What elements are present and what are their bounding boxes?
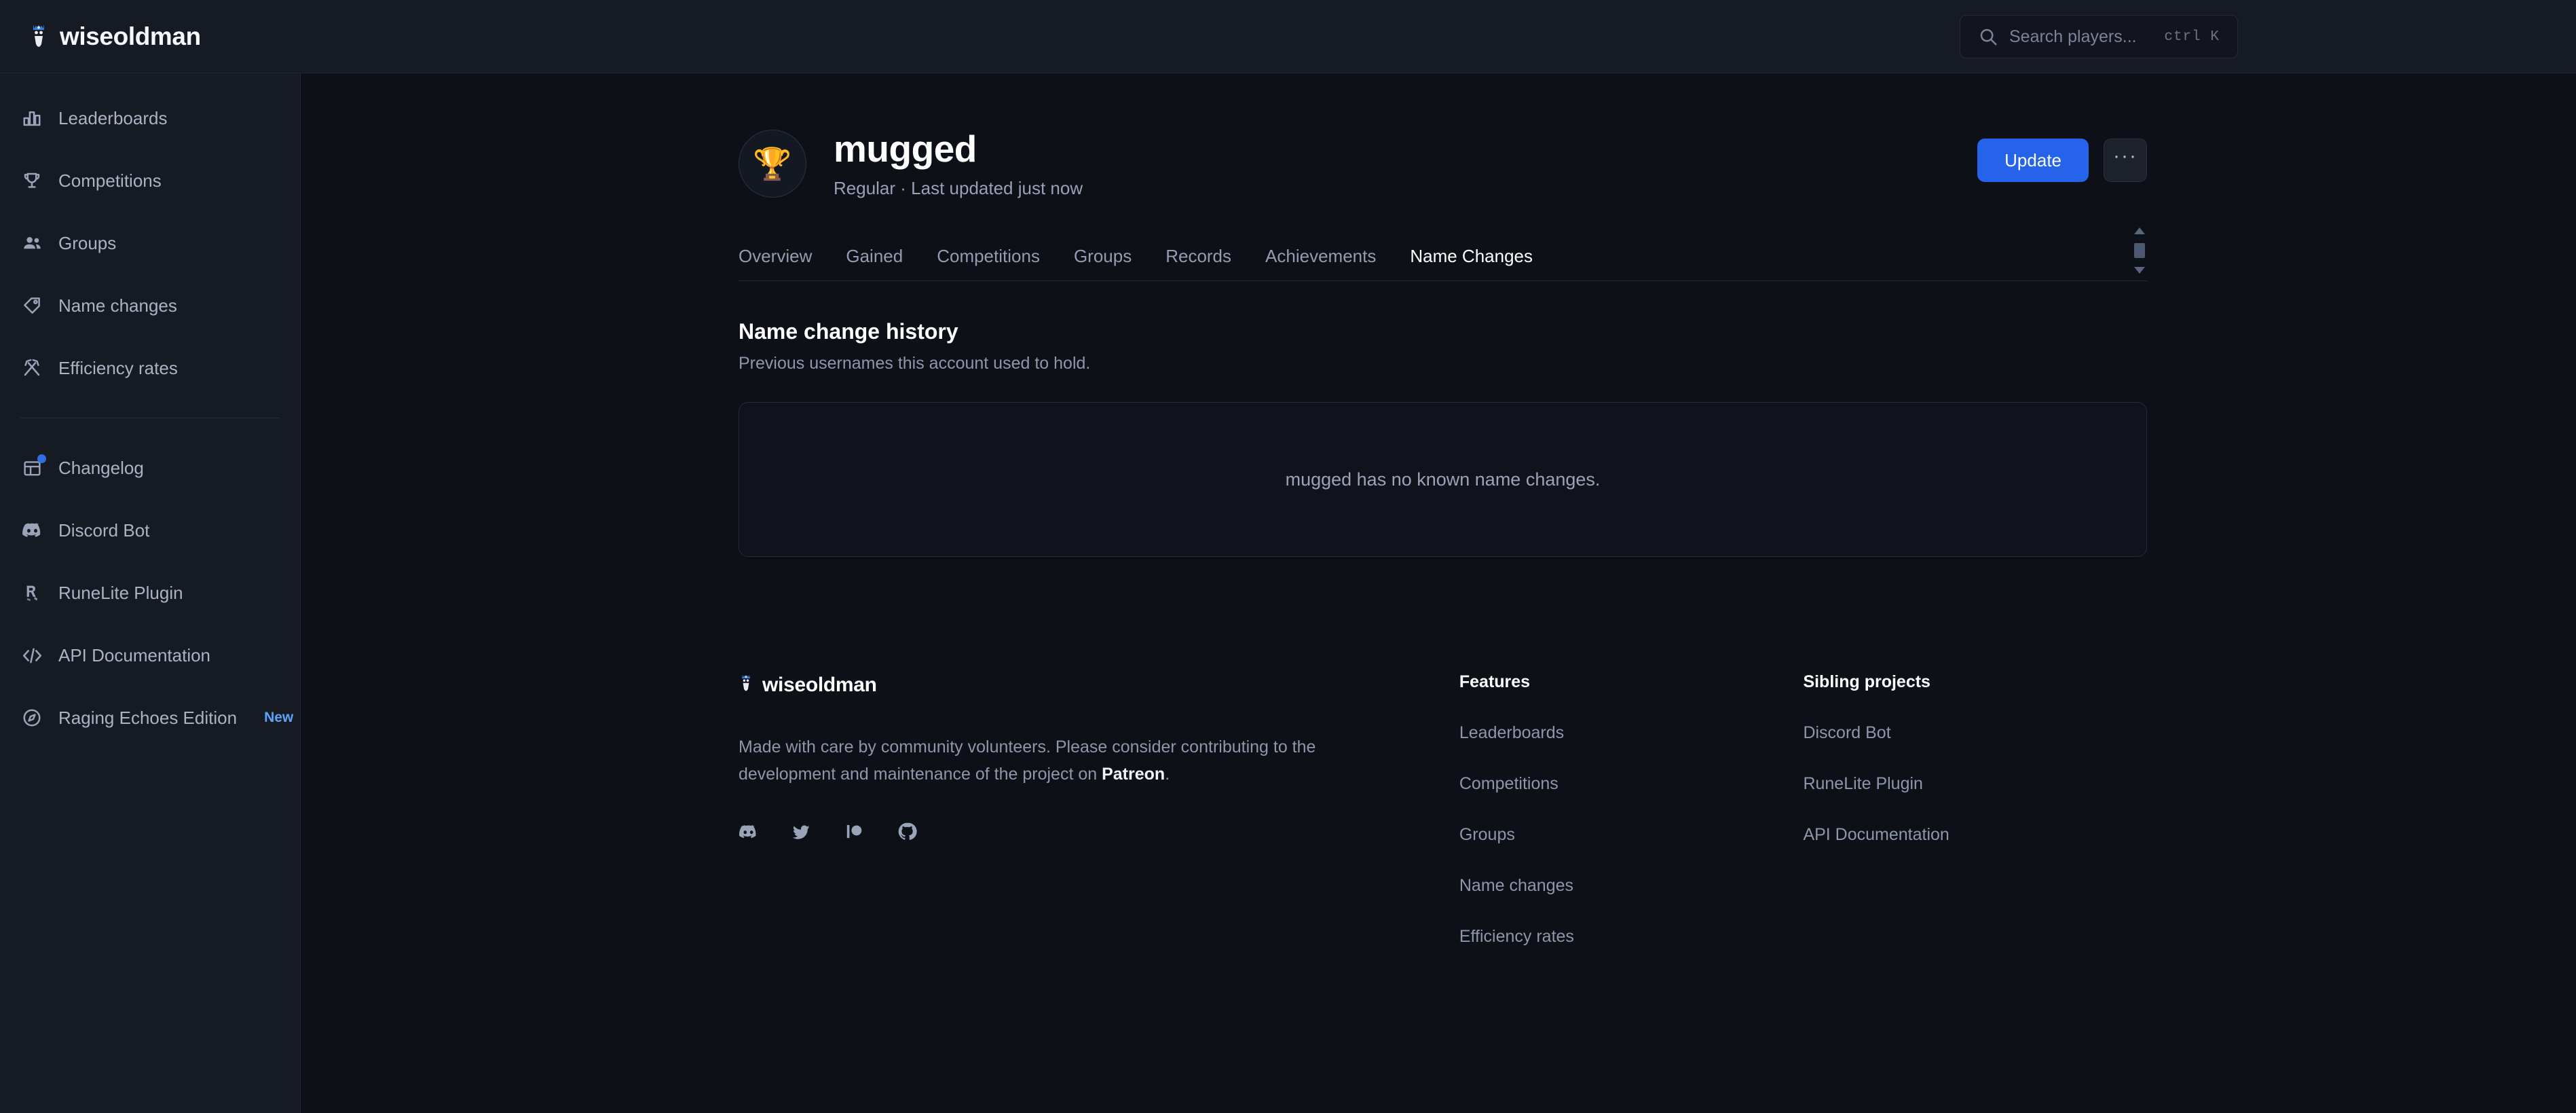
- sidebar-item-leaderboards[interactable]: Leaderboards: [0, 87, 300, 149]
- runelite-icon: [20, 581, 43, 604]
- search-icon: [1978, 26, 1998, 47]
- tab-name-changes[interactable]: Name Changes: [1410, 246, 1533, 280]
- wiseoldman-logo-icon: [739, 672, 753, 698]
- footer-link-leaderboards[interactable]: Leaderboards: [1459, 723, 1804, 743]
- patreon-icon[interactable]: [845, 822, 863, 841]
- footer-column-features: Features Leaderboards Competitions Group…: [1459, 672, 1804, 947]
- tab-overview[interactable]: Overview: [739, 246, 812, 280]
- footer-link-runelite-plugin[interactable]: RuneLite Plugin: [1803, 774, 2147, 794]
- sidebar-item-label: Discord Bot: [58, 519, 150, 541]
- trophy-emoji-icon: 🏆: [753, 145, 792, 181]
- twitter-icon[interactable]: [792, 822, 811, 841]
- player-subtitle: Regular · Last updated just now: [834, 177, 1083, 198]
- name-changes-empty-card: mugged has no known name changes.: [739, 402, 2147, 557]
- trophy-icon: [20, 169, 43, 192]
- footer-description: Made with care by community volunteers. …: [739, 733, 1349, 788]
- people-icon: [20, 232, 43, 255]
- update-button[interactable]: Update: [1977, 139, 2089, 182]
- changelog-notification-dot: [37, 454, 46, 463]
- page-title: mugged: [834, 128, 977, 170]
- footer-brand-name: wiseoldman: [762, 674, 877, 696]
- tab-competitions[interactable]: Competitions: [937, 246, 1040, 280]
- sidebar: Leaderboards Competitions Groups Name ch…: [0, 73, 301, 1113]
- hammer-pickaxe-icon: [20, 357, 43, 380]
- scrollbar-thumb[interactable]: [2134, 243, 2145, 258]
- section-description: Previous usernames this account used to …: [739, 354, 1091, 373]
- section-title: Name change history: [739, 319, 958, 344]
- search-shortcut-hint: ctrl K: [2164, 29, 2220, 45]
- footer-social-links: [739, 822, 1459, 841]
- more-options-button[interactable]: ···: [2104, 139, 2147, 182]
- tag-icon: [20, 294, 43, 317]
- tab-records[interactable]: Records: [1165, 246, 1231, 280]
- footer-left: wiseoldman Made with care by community v…: [739, 672, 1459, 841]
- main-content: 🏆 mugged Regular · Last updated just now…: [301, 73, 2576, 1113]
- brand-name: wiseoldman: [60, 22, 201, 50]
- footer-column-title: Features: [1459, 672, 1531, 691]
- footer-link-groups[interactable]: Groups: [1459, 825, 1804, 845]
- sidebar-item-label: API Documentation: [58, 644, 211, 665]
- player-meta: mugged Regular · Last updated just now: [834, 128, 1083, 199]
- sidebar-item-label: Leaderboards: [58, 107, 168, 128]
- sidebar-item-label: Efficiency rates: [58, 357, 178, 378]
- code-brackets-icon: [20, 644, 43, 667]
- scroll-up-icon[interactable]: [2134, 227, 2145, 234]
- footer-link-competitions[interactable]: Competitions: [1459, 774, 1804, 794]
- sidebar-item-changelog[interactable]: Changelog: [0, 437, 300, 499]
- compass-icon: [20, 706, 43, 729]
- sidebar-item-name-changes[interactable]: Name changes: [0, 274, 300, 337]
- sidebar-item-label: RuneLite Plugin: [58, 582, 183, 603]
- sidebar-item-label: Raging Echoes Edition: [58, 707, 238, 728]
- sidebar-item-raging-echoes-edition[interactable]: Raging Echoes Edition New: [0, 687, 300, 749]
- sidebar-item-label: Competitions: [58, 170, 162, 191]
- sidebar-item-label: Name changes: [58, 295, 177, 316]
- footer-text-after: .: [1165, 765, 1170, 784]
- search-input[interactable]: Search players... ctrl K: [1960, 15, 2238, 58]
- wiseoldman-logo-icon: [29, 22, 49, 52]
- player-tabs: Overview Gained Competitions Groups Reco…: [739, 227, 2147, 281]
- patreon-link[interactable]: Patreon: [1102, 765, 1165, 784]
- tab-achievements[interactable]: Achievements: [1265, 246, 1376, 280]
- footer-column-title: Sibling projects: [1803, 672, 1930, 691]
- discord-icon[interactable]: [739, 824, 758, 839]
- discord-icon: [20, 519, 43, 542]
- footer-brand-link[interactable]: wiseoldman: [739, 672, 1459, 698]
- sidebar-item-competitions[interactable]: Competitions: [0, 149, 300, 212]
- new-badge: New: [264, 710, 294, 725]
- sidebar-item-efficiency-rates[interactable]: Efficiency rates: [0, 337, 300, 399]
- tab-groups[interactable]: Groups: [1074, 246, 1132, 280]
- footer-column-sibling-projects: Sibling projects Discord Bot RuneLite Pl…: [1803, 672, 2147, 845]
- footer-link-discord-bot[interactable]: Discord Bot: [1803, 723, 2147, 743]
- sidebar-item-api-documentation[interactable]: API Documentation: [0, 624, 300, 687]
- footer-link-api-documentation[interactable]: API Documentation: [1803, 825, 2147, 845]
- changelog-icon: [20, 454, 46, 479]
- sidebar-item-label: Groups: [58, 232, 117, 253]
- bar-chart-icon: [20, 107, 43, 130]
- github-icon[interactable]: [897, 822, 917, 841]
- brand-logo-link[interactable]: wiseoldman: [29, 22, 300, 52]
- footer-link-name-changes[interactable]: Name changes: [1459, 876, 1804, 896]
- search-placeholder: Search players...: [2009, 26, 2137, 46]
- footer-link-efficiency-rates[interactable]: Efficiency rates: [1459, 927, 1804, 947]
- footer-text-before: Made with care by community volunteers. …: [739, 737, 1316, 784]
- avatar: 🏆: [739, 130, 806, 198]
- top-header-bar: wiseoldman Search players... ctrl K: [0, 0, 2576, 73]
- sidebar-item-discord-bot[interactable]: Discord Bot: [0, 499, 300, 562]
- empty-state-message: mugged has no known name changes.: [1285, 469, 1601, 490]
- player-header: 🏆 mugged Regular · Last updated just now…: [739, 120, 2147, 208]
- sidebar-item-label: Changelog: [58, 457, 144, 478]
- player-header-actions: Update ···: [1977, 139, 2147, 182]
- scroll-down-icon[interactable]: [2134, 267, 2145, 274]
- sidebar-item-runelite-plugin[interactable]: RuneLite Plugin: [0, 562, 300, 624]
- footer: wiseoldman Made with care by community v…: [739, 672, 2147, 947]
- tabs-scrollbar[interactable]: [2132, 227, 2147, 274]
- tab-gained[interactable]: Gained: [846, 246, 903, 280]
- sidebar-item-groups[interactable]: Groups: [0, 212, 300, 274]
